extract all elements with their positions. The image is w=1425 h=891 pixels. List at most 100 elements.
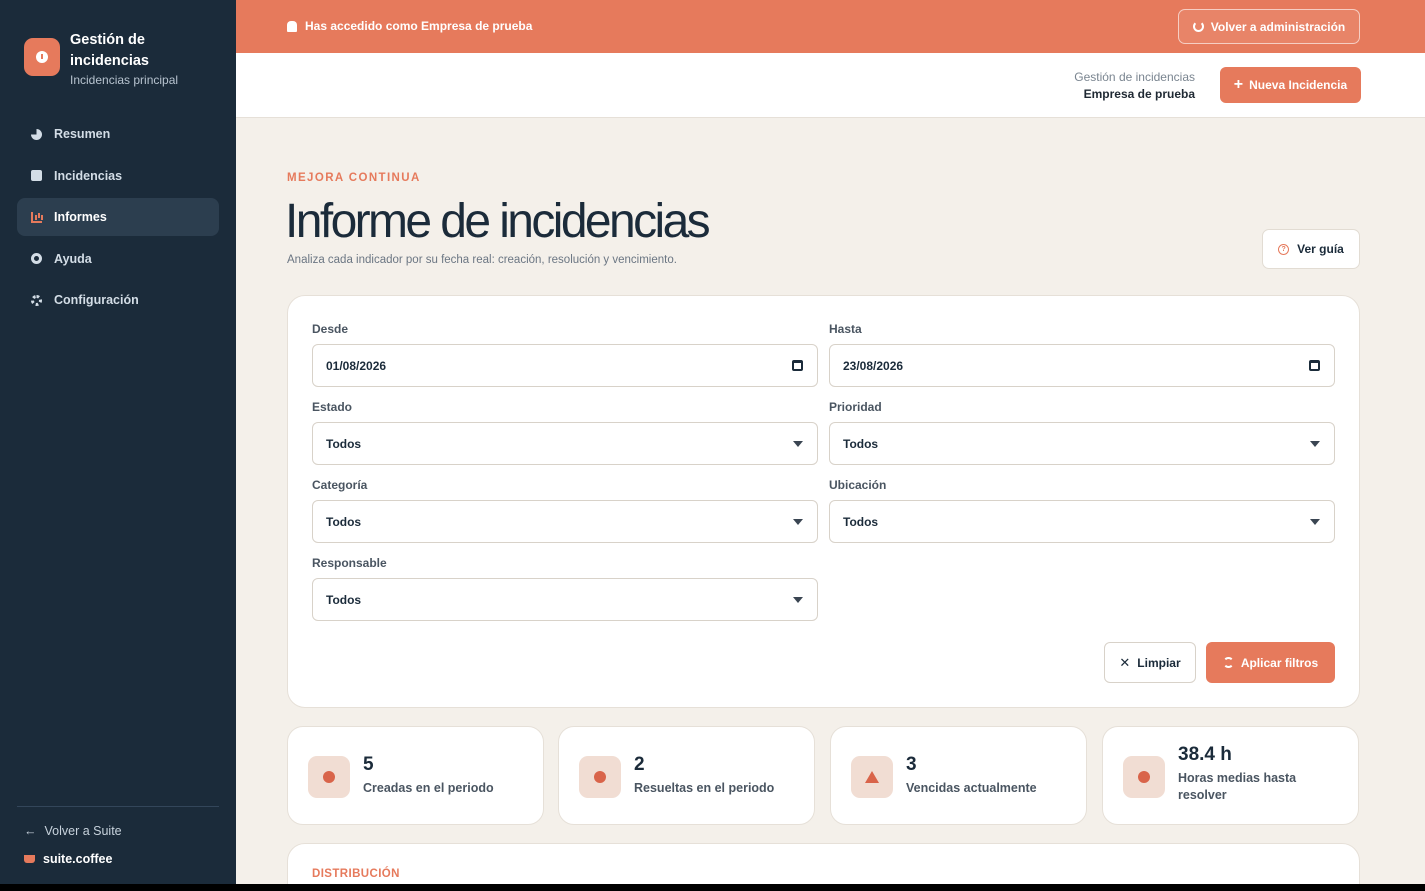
alert-logo-icon — [24, 38, 60, 76]
back-to-suite-label: Volver a Suite — [44, 824, 122, 838]
pie-chart-icon — [31, 128, 42, 140]
stat-card-overdue: 3 Vencidas actualmente — [830, 726, 1087, 825]
stat-label: Creadas en el periodo — [363, 781, 494, 795]
header-module-name: Gestión de incidencias — [1074, 70, 1195, 84]
clear-filters-button[interactable]: ✕ Limpiar — [1104, 642, 1196, 683]
stat-card-avg-hours: 38.4 h Horas medias hasta resolver — [1102, 726, 1359, 825]
ubicacion-value: Todos — [843, 514, 879, 529]
banner-message: Has accedido como Empresa de prueba — [287, 19, 532, 33]
check-circle-icon — [579, 756, 621, 798]
header-context: Gestión de incidencias Empresa de prueba — [1074, 69, 1195, 103]
bar-chart-icon — [31, 211, 42, 223]
responsable-label: Responsable — [312, 556, 387, 570]
sync-icon — [1222, 657, 1234, 668]
suite-brand-label: suite.coffee — [43, 852, 113, 866]
ubicacion-label: Ubicación — [829, 478, 887, 492]
suite-brand[interactable]: suite.coffee — [17, 852, 219, 866]
clipboard-icon — [31, 170, 42, 182]
plus-icon: + — [1233, 76, 1244, 93]
estado-label: Estado — [312, 400, 353, 414]
brand[interactable]: Gestión de incidencias Incidencias princ… — [24, 30, 178, 87]
impersonation-banner: Has accedido como Empresa de prueba Volv… — [236, 0, 1425, 53]
stat-value: 3 — [906, 754, 917, 775]
close-icon: ✕ — [1119, 654, 1131, 670]
brand-subtitle: Incidencias principal — [70, 73, 179, 87]
view-guide-button[interactable]: ? Ver guía — [1262, 229, 1360, 269]
stat-value: 2 — [634, 754, 645, 775]
undo-icon — [1192, 21, 1204, 32]
help-icon — [31, 253, 42, 265]
sidebar-item-label: Informes — [54, 210, 107, 225]
sidebar-item-label: Configuración — [54, 293, 139, 308]
clear-filters-label: Limpiar — [1137, 655, 1181, 670]
caret-down-icon — [793, 519, 803, 525]
estado-select[interactable]: Todos — [312, 422, 818, 465]
clock-icon — [1123, 756, 1165, 798]
stat-label: Vencidas actualmente — [906, 781, 1037, 795]
sidebar-item-label: Resumen — [54, 127, 111, 141]
calendar-icon[interactable] — [792, 360, 803, 371]
responsable-value: Todos — [326, 592, 362, 607]
distribution-title: DISTRIBUCIÓN — [312, 868, 400, 880]
categoria-label: Categoría — [312, 478, 368, 492]
caret-down-icon — [1310, 519, 1320, 525]
back-to-admin-button[interactable]: Volver a administración — [1178, 9, 1360, 44]
hasta-date-input[interactable]: 23/08/2026 — [829, 344, 1335, 387]
stat-card-created: 5 Creadas en el periodo — [287, 726, 544, 825]
new-incident-button[interactable]: + Nueva Incidencia — [1220, 67, 1361, 103]
caret-down-icon — [793, 597, 803, 603]
prioridad-value: Todos — [843, 436, 879, 451]
warning-icon — [851, 756, 893, 798]
sidebar-item-ayuda[interactable]: Ayuda — [17, 240, 219, 278]
brand-title: Gestión de incidencias — [70, 32, 149, 69]
caret-down-icon — [793, 441, 803, 447]
desde-label: Desde — [312, 322, 349, 336]
back-to-suite-link[interactable]: ← Volver a Suite — [17, 824, 219, 838]
sidebar-item-resumen[interactable]: Resumen — [17, 115, 219, 153]
caret-down-icon — [1310, 441, 1320, 447]
sidebar-item-label: Incidencias — [54, 168, 123, 183]
plus-circle-icon — [308, 756, 350, 798]
sidebar-footer: ← Volver a Suite suite.coffee — [17, 806, 219, 866]
gear-icon — [31, 294, 42, 306]
view-guide-label: Ver guía — [1297, 242, 1344, 256]
back-to-admin-label: Volver a administración — [1210, 19, 1346, 34]
main-content: MEJORA CONTINUA Informe de incidencias A… — [236, 118, 1425, 884]
banner-text: Has accedido como Empresa de prueba — [305, 19, 533, 33]
sidebar-nav: Resumen Incidencias Informes Ayuda Confi… — [17, 115, 219, 323]
question-icon: ? — [1278, 243, 1290, 255]
header-company-name: Empresa de prueba — [1083, 87, 1195, 101]
calendar-icon[interactable] — [1309, 360, 1320, 371]
prioridad-select[interactable]: Todos — [829, 422, 1335, 465]
desde-date-value: 01/08/2026 — [326, 358, 387, 373]
coffee-cup-icon — [24, 855, 35, 863]
page-title: Informe de incidencias — [285, 195, 711, 248]
categoria-select[interactable]: Todos — [312, 500, 818, 543]
hasta-date-value: 23/08/2026 — [843, 358, 904, 373]
sidebar-item-label: Ayuda — [54, 251, 92, 266]
new-incident-label: Nueva Incidencia — [1249, 78, 1348, 92]
categoria-value: Todos — [326, 514, 362, 529]
prioridad-label: Prioridad — [829, 400, 882, 414]
stat-value: 38.4 h — [1178, 744, 1232, 765]
user-icon — [287, 20, 297, 32]
desde-date-input[interactable]: 01/08/2026 — [312, 344, 818, 387]
apply-filters-button[interactable]: Aplicar filtros — [1206, 642, 1335, 683]
page-description: Analiza cada indicador por su fecha real… — [287, 254, 677, 266]
sidebar: Gestión de incidencias Incidencias princ… — [0, 0, 236, 884]
sidebar-item-incidencias[interactable]: Incidencias — [17, 157, 219, 195]
hasta-label: Hasta — [829, 322, 862, 336]
stat-card-resolved: 2 Resueltas en el periodo — [558, 726, 815, 825]
distribution-card: DISTRIBUCIÓN — [287, 843, 1360, 884]
sidebar-item-informes[interactable]: Informes — [17, 198, 219, 237]
page-eyebrow: MEJORA CONTINUA — [287, 172, 421, 184]
stat-value: 5 — [363, 754, 374, 775]
apply-filters-label: Aplicar filtros — [1240, 655, 1319, 670]
top-header: Gestión de incidencias Empresa de prueba… — [236, 53, 1425, 118]
ubicacion-select[interactable]: Todos — [829, 500, 1335, 543]
responsable-select[interactable]: Todos — [312, 578, 818, 621]
sidebar-item-configuracion[interactable]: Configuración — [17, 281, 219, 319]
stat-label: Resueltas en el periodo — [634, 781, 775, 795]
arrow-left-icon: ← — [24, 824, 37, 838]
estado-value: Todos — [326, 436, 362, 451]
